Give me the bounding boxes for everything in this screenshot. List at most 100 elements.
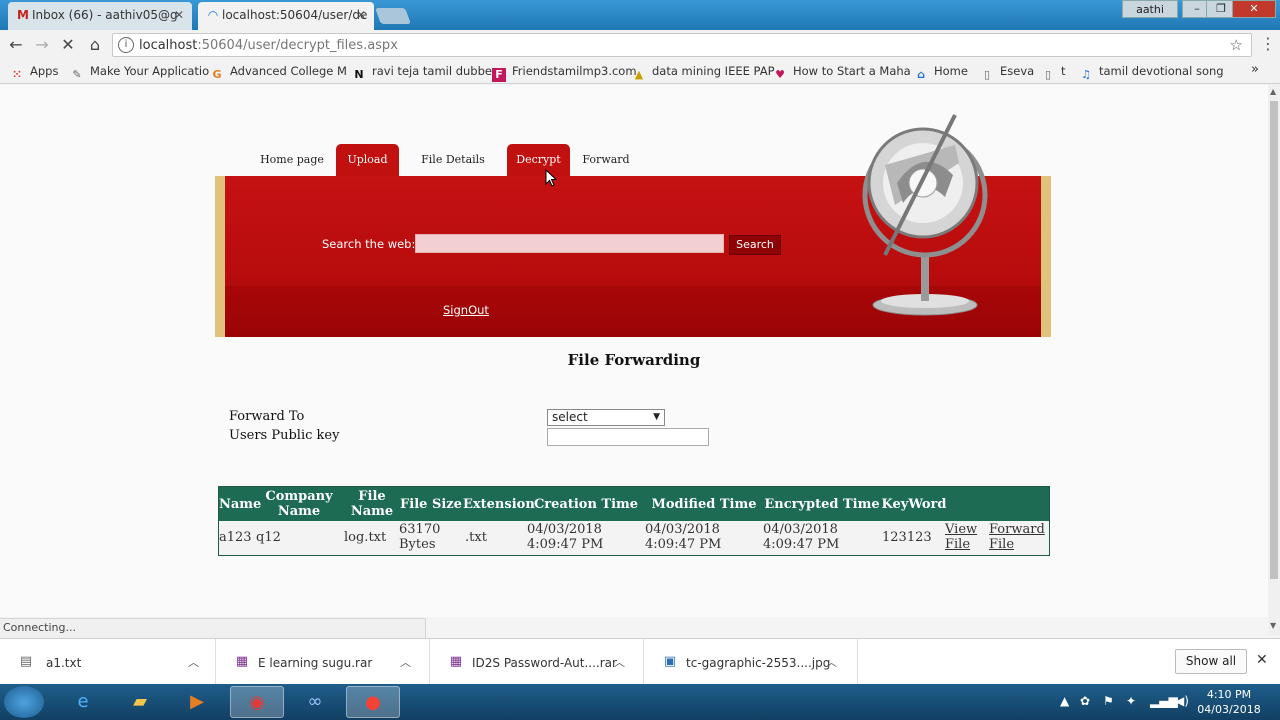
page-icon: ▯ (1044, 68, 1052, 81)
view-file-link[interactable]: View File (945, 522, 985, 552)
download-item[interactable]: ▦ ID2S Password-Aut....rar ︿ (430, 639, 644, 685)
bookmark-item[interactable]: ♥ How to Start a Maha (773, 64, 911, 82)
download-name: ID2S Password-Aut....rar (472, 656, 617, 670)
chevron-up-icon[interactable]: ︿ (400, 654, 411, 670)
forward-file-link[interactable]: Forward File (989, 522, 1045, 552)
close-tab-icon[interactable]: ✕ (174, 2, 184, 28)
nav-decrypt[interactable]: Decrypt (507, 144, 570, 176)
browser-toolbar: ← → ✕ ⌂ i localhost:50604/user/decrypt_f… (0, 30, 1280, 60)
bookmark-label: Home (934, 64, 968, 78)
browser-tab-strip: M Inbox (66) - aathiv05@g ✕ ◠ localhost:… (0, 0, 1280, 30)
cell-file-size: 63170 Bytes (399, 522, 441, 552)
tray-app-icon[interactable]: ✦ (1126, 694, 1136, 708)
forward-file-link-text[interactable]: Forward File (989, 522, 1045, 552)
profile-button[interactable]: aathi (1122, 0, 1178, 18)
bookmark-item[interactable]: ⌂ Home (914, 64, 968, 82)
clock-time: 4:10 PM (1206, 688, 1252, 701)
close-window-button[interactable]: ✕ (1232, 0, 1276, 18)
scroll-down-icon[interactable]: ▼ (1270, 621, 1276, 630)
page-icon: ▯ (983, 68, 991, 81)
tray-expand-icon[interactable]: ▲ (1060, 694, 1069, 708)
tab-gmail[interactable]: M Inbox (66) - aathiv05@g ✕ (8, 2, 192, 30)
public-key-input[interactable] (547, 428, 709, 446)
cell-keyword: 123123 (882, 530, 932, 545)
page-content: Home page Upload File Details Decrypt Fo… (0, 85, 1268, 617)
bookmark-label: ravi teja tamil dubbe (372, 64, 492, 78)
tray-app-icon[interactable]: ✿ (1080, 694, 1090, 708)
visual-studio-icon[interactable]: ∞ (288, 686, 342, 718)
chrome-icon[interactable]: ◉ (230, 686, 284, 718)
action-center-icon[interactable]: ⚑ (1103, 694, 1114, 708)
home-icon[interactable]: ⌂ (84, 34, 106, 56)
search-button[interactable]: Search (729, 235, 781, 255)
cell-modified-time: 04/03/2018 4:09:47 PM (645, 522, 722, 552)
close-tab-icon[interactable]: ✕ (356, 2, 366, 28)
address-bar[interactable]: i localhost:50604/user/decrypt_files.asp… (112, 33, 1252, 57)
col-creation-time-header: Creation Time (533, 497, 639, 512)
stop-loading-icon[interactable]: ✕ (57, 34, 79, 56)
bookmark-label: Advanced College M (230, 64, 347, 78)
forward-arrow-icon[interactable]: → (31, 34, 53, 56)
nav-file-details[interactable]: File Details (418, 144, 488, 176)
table-header: Name Company Name File Name File Size Ex… (219, 487, 1049, 521)
bookmark-item[interactable]: Nravi teja tamil dubbe (352, 64, 492, 82)
close-downloads-icon[interactable]: ✕ (1256, 652, 1268, 668)
nav-upload[interactable]: Upload (336, 144, 399, 176)
rar-archive-icon: ▦ (235, 654, 249, 669)
bookmark-item[interactable]: F Friendstamilmp3.com (492, 64, 637, 82)
more-bookmarks-icon[interactable]: » (1251, 62, 1259, 77)
search-label: Search the web: (322, 237, 416, 251)
search-input[interactable] (415, 234, 724, 253)
forward-to-select[interactable]: select ▼ (547, 409, 665, 426)
public-key-label: Users Public key (229, 428, 340, 443)
bookmark-favicon-icon: ▲ (634, 68, 644, 81)
scroll-up-icon[interactable]: ▲ (1270, 87, 1276, 96)
download-item[interactable]: ▣ tc-gagraphic-2553....jpg ︿ (644, 639, 858, 685)
system-clock[interactable]: 4:10 PM 04/03/2018 (1196, 687, 1262, 717)
bookmark-item[interactable]: ♫ tamil devotional song (1079, 64, 1224, 82)
text-file-icon: ▤ (19, 654, 33, 669)
download-item[interactable]: ▦ E learning sugu.rar ︿ (216, 639, 430, 685)
bookmark-label: tamil devotional song (1099, 64, 1224, 78)
dropdown-arrow-icon: ▼ (653, 412, 660, 422)
nav-home-page[interactable]: Home page (258, 144, 326, 176)
bookmark-item[interactable]: ✎ Make Your Applicatio (70, 64, 209, 82)
nav-forward-list[interactable]: Forward List (571, 144, 641, 198)
app-icon[interactable]: ● (346, 686, 400, 718)
download-item[interactable]: ▤ a1.txt ︿ (0, 639, 216, 685)
music-note-icon: ♫ (1081, 68, 1091, 81)
browser-menu-icon[interactable]: ⋮ (1260, 34, 1276, 53)
bookmark-item[interactable]: G Advanced College M (210, 64, 347, 82)
bookmark-apps[interactable]: ⁙ Apps (10, 64, 58, 82)
select-value: select (552, 410, 588, 424)
page-scrollbar[interactable]: ▲ ▼ (1268, 85, 1280, 635)
bookmark-star-icon[interactable]: ☆ (1230, 36, 1243, 54)
chevron-up-icon[interactable]: ︿ (614, 654, 625, 670)
bookmark-item[interactable]: ▲ data mining IEEE PAP (632, 64, 775, 82)
start-button[interactable] (4, 686, 44, 718)
ie-icon[interactable]: e (56, 686, 110, 718)
gmail-icon: M (17, 8, 29, 22)
volume-icon[interactable]: ◀) (1175, 694, 1189, 708)
col-keyword-header: KeyWord (881, 497, 947, 512)
bookmark-item[interactable]: ▯ t (1041, 64, 1066, 82)
explorer-folder-icon[interactable]: ▰ (113, 686, 167, 718)
back-arrow-icon[interactable]: ← (5, 34, 27, 56)
bookmark-item[interactable]: ▯ Eseva (980, 64, 1034, 82)
download-name: E learning sugu.rar (258, 656, 373, 670)
image-file-icon: ▣ (663, 654, 677, 669)
loading-icon: ◠ (207, 8, 219, 22)
chevron-up-icon[interactable]: ︿ (826, 654, 837, 670)
new-tab-button[interactable] (375, 8, 411, 24)
windows-taskbar: e ▰ ▶ ◉ ∞ ● ▲ ✿ ⚑ ✦ ▂▄▆ ◀) 4:10 PM 04/03… (0, 684, 1280, 720)
show-all-button[interactable]: Show all (1175, 649, 1247, 674)
signout-link[interactable]: SignOut (443, 303, 489, 317)
info-icon[interactable]: i (118, 37, 134, 53)
media-player-icon[interactable]: ▶ (170, 686, 224, 718)
bookmark-label: Apps (30, 64, 59, 78)
network-icon[interactable]: ▂▄▆ (1150, 694, 1178, 708)
view-file-link-text[interactable]: View File (945, 522, 977, 552)
tab-localhost[interactable]: ◠ localhost:50604/user/de ✕ (198, 2, 374, 30)
chevron-up-icon[interactable]: ︿ (188, 654, 199, 670)
scrollbar-thumb[interactable] (1270, 101, 1278, 579)
